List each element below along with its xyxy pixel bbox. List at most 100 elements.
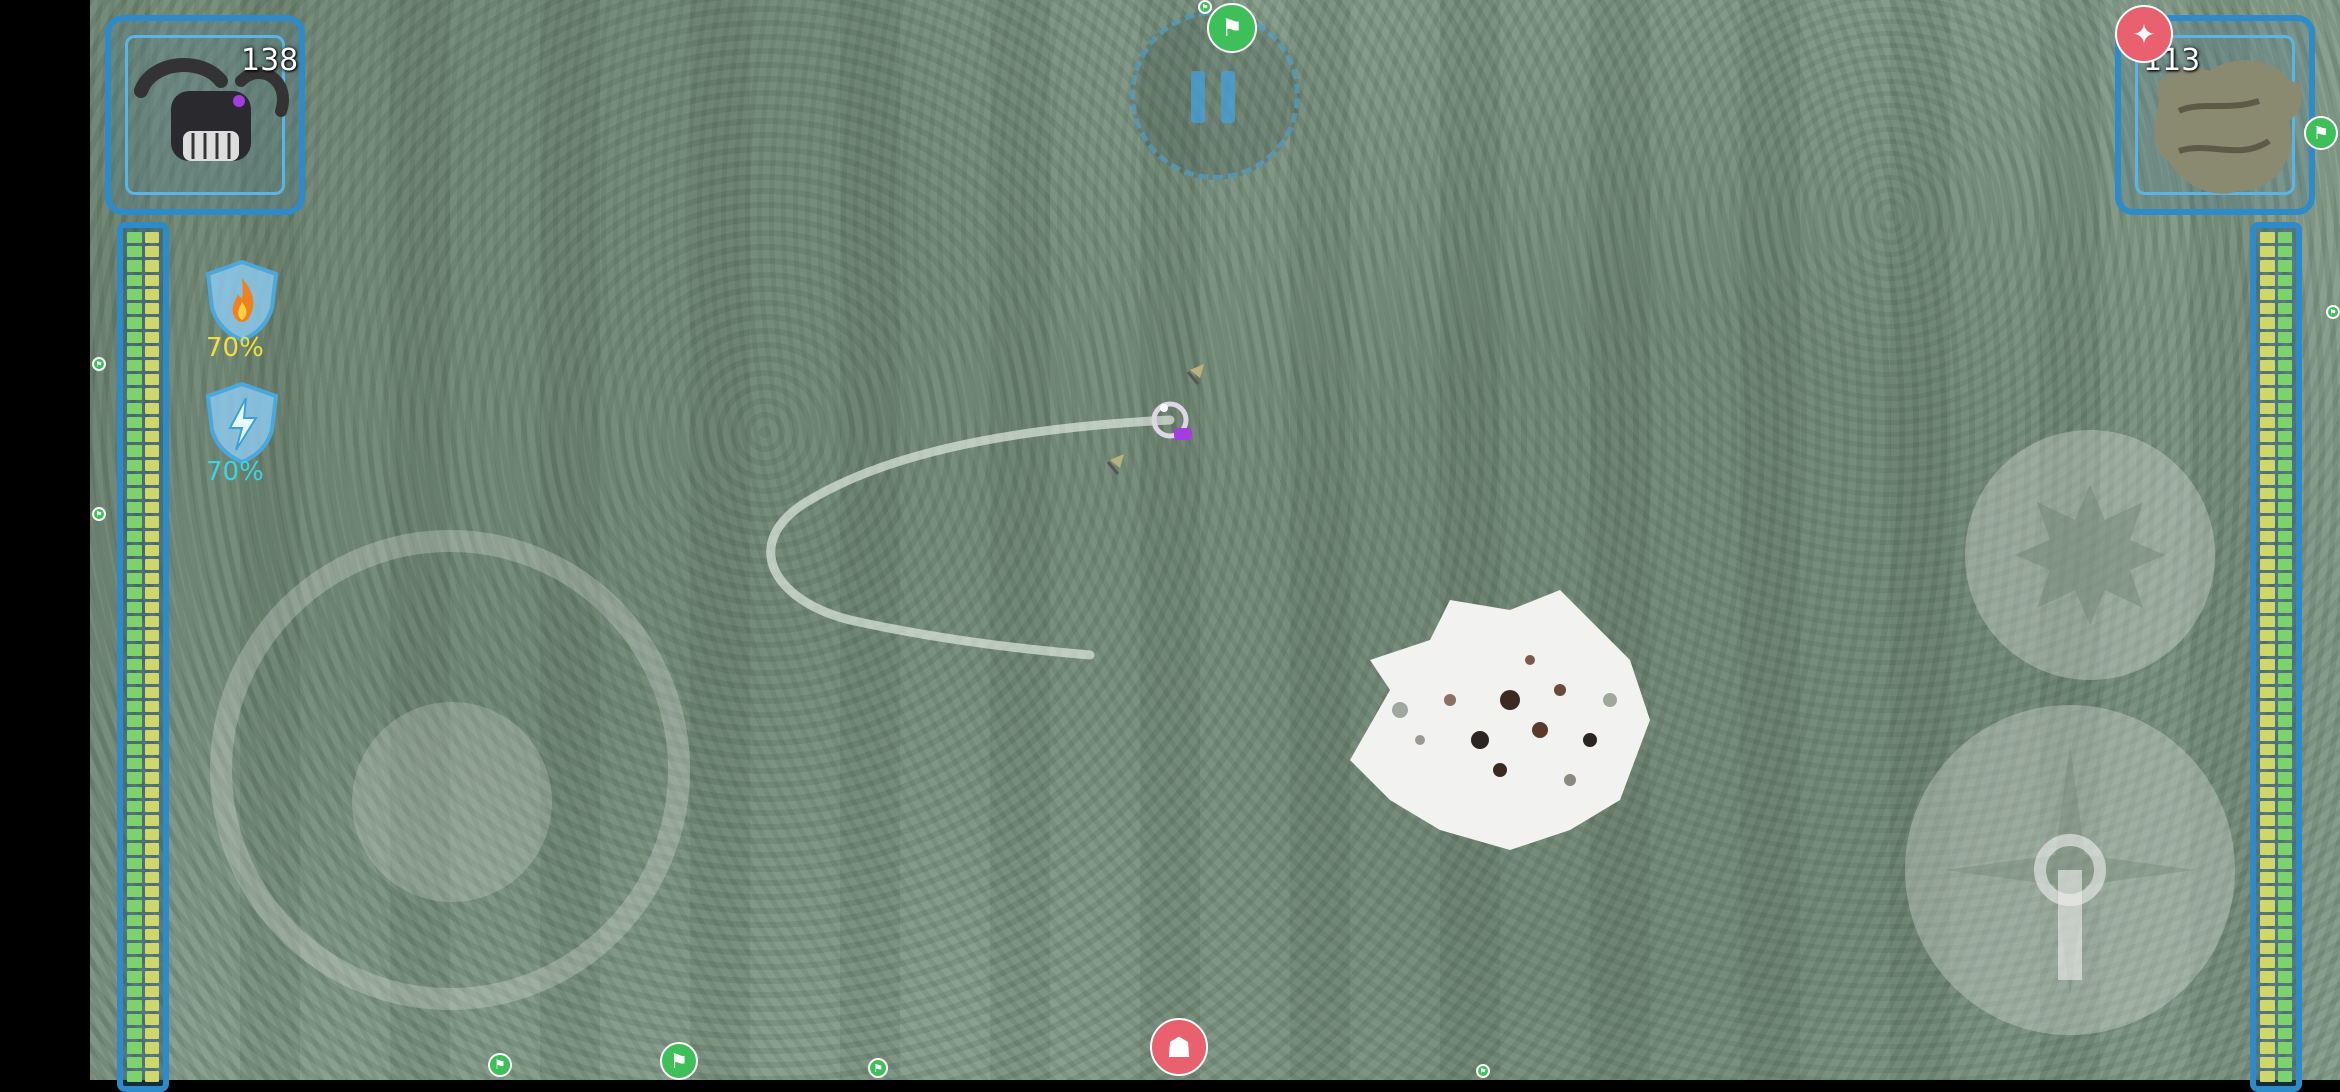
health-segment [127,687,142,699]
health-segment [144,559,159,571]
player-health-bar [117,222,169,1092]
health-segment [127,857,142,869]
health-segment [144,871,159,884]
move-joystick[interactable] [210,530,690,1010]
health-segment [2277,786,2292,798]
health-segment-row [2260,1056,2292,1068]
health-segment-row [127,516,159,528]
health-segment-row [127,601,159,613]
health-segment [2277,701,2292,713]
health-segment-row [2260,317,2292,329]
health-segment [2260,246,2275,258]
health-segment [127,303,142,315]
health-segment [2260,317,2275,329]
health-segment [2260,388,2275,400]
flag-marker: ⚑ [868,1058,888,1078]
health-segment-row [127,1014,159,1026]
health-segment [144,544,159,557]
health-segment-row [127,772,159,784]
health-segment [2260,359,2275,372]
health-segment [2277,288,2292,301]
health-segment [144,942,159,955]
health-segment [2260,871,2275,884]
enemy-marker: ☗ [1150,1018,1208,1076]
health-segment [144,359,159,372]
health-segment [144,672,159,684]
health-segment [2260,957,2275,969]
health-segment-row [127,1056,159,1068]
health-segment-row [2260,530,2292,542]
health-segment [127,928,142,940]
health-segment-row [2260,658,2292,670]
health-segment [144,1028,159,1040]
health-segment-row [2260,232,2292,244]
health-segment [144,729,159,741]
health-segment-row [127,345,159,357]
health-segment [144,317,159,329]
joystick-knob[interactable] [352,702,552,902]
health-segment [144,814,159,827]
health-segment [2260,402,2275,414]
health-segment [2277,473,2292,485]
health-segment-row [2260,487,2292,500]
health-segment [2277,516,2292,528]
health-segment [127,573,142,585]
health-segment [127,402,142,414]
health-segment-row [2260,857,2292,869]
health-segment [2260,1042,2275,1054]
health-segment-row [2260,985,2292,997]
flag-marker: ⚑ [660,1042,698,1080]
health-segment [2277,999,2292,1012]
health-segment-row [2260,900,2292,912]
health-segment-row [2260,260,2292,272]
fire-button[interactable] [1905,705,2235,1035]
player-portrait-frame: 138 [105,15,305,215]
health-segment [127,658,142,670]
shock-resist-percent: 70% [206,457,264,487]
health-segment [144,1042,159,1054]
health-segment [2277,1028,2292,1040]
health-segment [127,260,142,272]
flag-marker: ⚑ [488,1053,512,1077]
horned-beast-icon: ☗ [1166,1030,1192,1064]
health-segment [144,957,159,969]
health-segment [2260,914,2275,926]
health-segment [144,601,159,613]
special-attack-button[interactable] [1965,430,2215,680]
flag-icon: ⚑ [494,1057,506,1073]
health-segment [2260,416,2275,429]
health-segment [127,317,142,329]
health-segment [144,573,159,585]
health-segment-row [127,1070,159,1083]
health-segment-row [127,317,159,329]
health-segment-row [127,687,159,699]
health-segment-row [2260,1028,2292,1040]
health-segment-row [127,1028,159,1040]
health-segment [2260,772,2275,784]
health-segment-row [127,246,159,258]
shock-resist-shield [205,381,279,464]
health-segment [2277,445,2292,457]
health-segment-row [127,331,159,343]
health-segment-row [127,758,159,770]
health-segment [144,843,159,855]
health-segment-row [2260,971,2292,983]
flag-icon: ⚑ [2312,122,2330,144]
health-segment [144,701,159,713]
health-segment-row [127,928,159,940]
health-segment [127,971,142,983]
fire-resist-shield [205,259,279,342]
health-segment [2277,814,2292,827]
health-segment [2277,544,2292,557]
game-field[interactable] [90,0,2340,1080]
health-segment-row [2260,886,2292,898]
health-segment [127,416,142,429]
health-segment [2260,900,2275,912]
health-segment-row [127,615,159,628]
flag-marker: ⚑ [92,507,106,521]
health-segment-row [127,630,159,642]
health-segment [2277,843,2292,855]
health-segment [127,288,142,301]
health-segment [144,431,159,443]
health-segment [2277,886,2292,898]
